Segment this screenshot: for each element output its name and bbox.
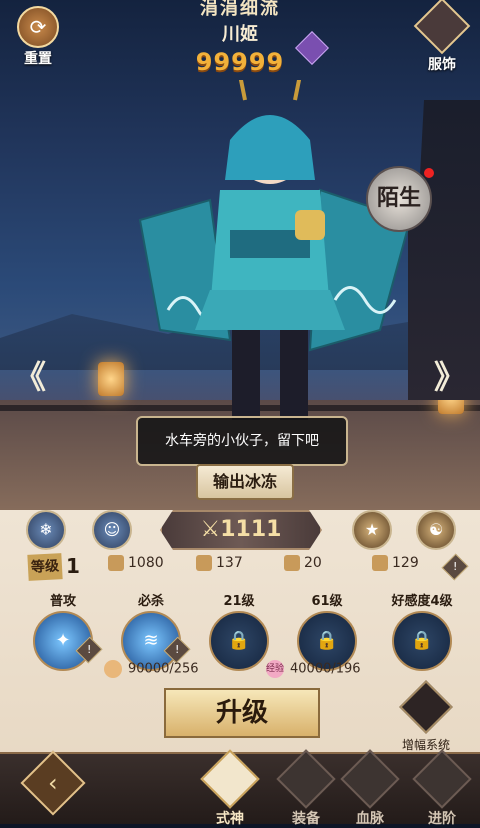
skill-name: 21级 <box>223 594 255 609</box>
nav-equipment[interactable]: 装备 <box>274 749 338 828</box>
lock-icon: 🔒 <box>392 611 452 671</box>
top-bar: 涓涓细流 川姬 99999 ⟳ 重置 服饰 <box>0 0 480 80</box>
attack-banner: ⚔1111 <box>160 510 322 550</box>
skill-locked-affection[interactable]: 好感度4级 🔒 <box>374 590 470 671</box>
armor-icon <box>276 749 336 809</box>
next-hero-arrow[interactable]: 》 <box>434 352 466 398</box>
yinyang-icon <box>412 749 472 809</box>
reset-button[interactable]: ⟳ 重置 <box>12 6 64 67</box>
boost-label: 增幅系统 <box>401 738 450 752</box>
stat-value: 1080 <box>128 555 164 571</box>
skill-name: 普攻 <box>49 594 76 609</box>
armor-stat-icon <box>284 555 300 571</box>
role-tag: 输出冰冻 <box>196 464 294 500</box>
stats-row: 1080 137 20 129 ! <box>0 553 480 583</box>
nav-shikigami[interactable]: 式神 <box>198 749 262 828</box>
skill-name: 61级 <box>311 594 343 609</box>
stat-hp: 1080 <box>108 555 164 571</box>
stat-attack: 137 <box>196 555 243 571</box>
nav-label: 进阶 <box>428 811 456 827</box>
hero-character[interactable] <box>120 80 420 420</box>
info-mark: ! <box>452 559 458 573</box>
stat-value: 20 <box>304 555 322 571</box>
coin-resource: 90000/256 <box>104 660 199 678</box>
lock-icon: 🔒 <box>209 611 269 671</box>
coin-value: 90000/256 <box>128 661 199 677</box>
fox-mask-icon <box>200 749 260 809</box>
outfit-label: 服饰 <box>428 57 456 73</box>
attack-value: 1111 <box>220 517 282 542</box>
exp-resource: 经验 40000/196 <box>266 660 361 678</box>
outfit-button[interactable]: 服饰 <box>413 0 471 73</box>
skill-name: 必杀 <box>137 594 164 609</box>
figure-icon <box>340 749 400 809</box>
blade-stat-icon <box>196 555 212 571</box>
boost-system-button[interactable]: 增幅系统 <box>390 680 462 753</box>
badge-mark: ! <box>174 642 180 656</box>
refresh-icon: ⟳ <box>17 6 59 48</box>
star-icon[interactable]: ★ <box>352 510 392 550</box>
info-icon[interactable]: ! <box>441 553 469 581</box>
nav-advance[interactable]: 进阶 <box>410 749 474 828</box>
badge-mark: ! <box>86 642 92 656</box>
boot-stat-icon <box>372 555 388 571</box>
swirl-icon[interactable]: ☯ <box>416 510 456 550</box>
prev-hero-arrow[interactable]: 《 <box>14 352 46 398</box>
exp-value: 40000/196 <box>290 661 361 677</box>
skill-name: 好感度4级 <box>391 594 453 609</box>
hero-name: 川姬 <box>222 24 258 45</box>
stat-defense: 20 <box>284 555 322 571</box>
nav-bloodline[interactable]: 血脉 <box>338 749 402 828</box>
outfit-icon <box>413 0 471 55</box>
skill-locked-21[interactable]: 21级 🔒 <box>198 590 280 671</box>
stranger-button[interactable]: 陌生 <box>366 166 432 232</box>
reset-label: 重置 <box>24 51 52 67</box>
boost-lock-icon <box>399 680 453 734</box>
element-icon[interactable]: ❄ <box>26 510 66 550</box>
stat-value: 137 <box>216 555 243 571</box>
upgrade-button[interactable]: 升级 <box>164 688 320 738</box>
nav-label: 血脉 <box>356 811 384 827</box>
skill-locked-61[interactable]: 61级 🔒 <box>286 590 368 671</box>
hero-title: 涓涓细流 <box>200 0 280 19</box>
water-stat-icon <box>108 555 124 571</box>
nav-label: 装备 <box>292 811 320 827</box>
power-value: 99999 <box>195 48 285 76</box>
back-arrow-icon: ‹ <box>48 768 58 797</box>
stat-value: 129 <box>392 555 419 571</box>
coin-icon <box>104 660 122 678</box>
profile-icon[interactable]: ☺ <box>92 510 132 550</box>
nav-label: 式神 <box>216 811 244 827</box>
speech-bubble: 水车旁的小伙子，留下吧 <box>136 416 348 466</box>
notification-dot <box>424 168 434 178</box>
stat-speed: 129 <box>372 555 419 571</box>
exp-icon: 经验 <box>266 660 284 678</box>
